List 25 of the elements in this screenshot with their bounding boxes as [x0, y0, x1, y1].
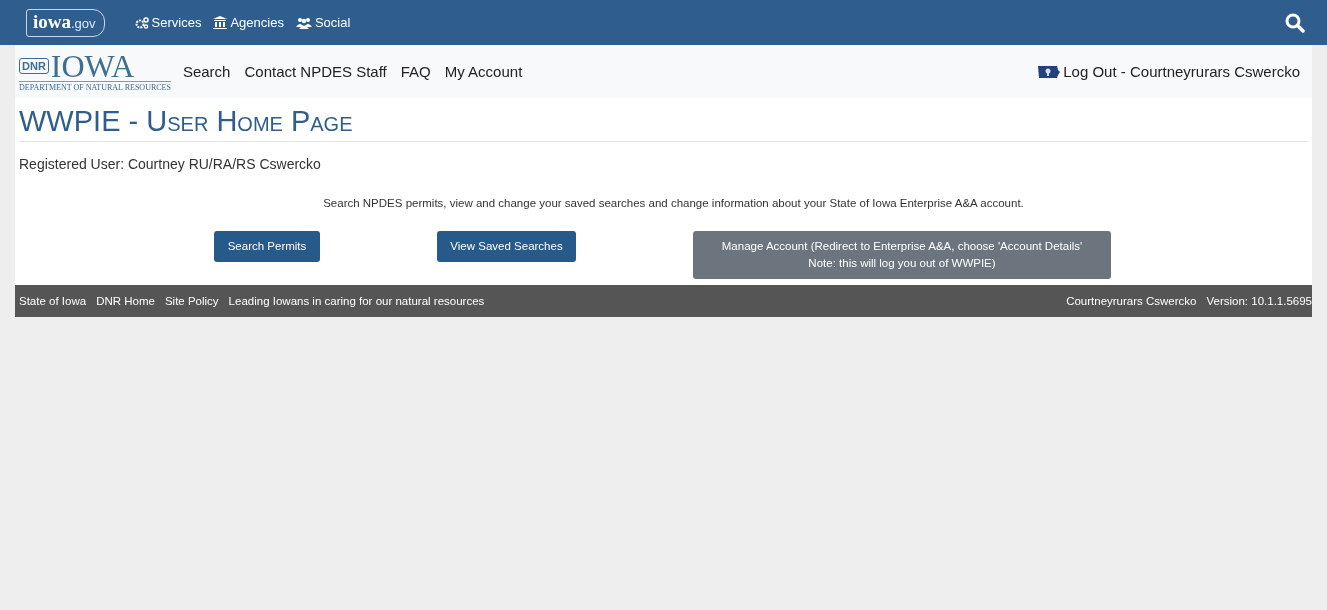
nav-link[interactable]: FAQ	[400, 63, 431, 80]
search-icon[interactable]	[1285, 12, 1305, 33]
top-nav-link[interactable]: Agencies	[213, 15, 284, 30]
footer-tagline: Leading Iowans in caring for our natural resources	[228, 295, 485, 307]
logout-link[interactable]: Log Out - Courtneyrurars Cswercko	[1038, 63, 1300, 80]
nav-link[interactable]: Search	[182, 63, 231, 80]
iowa-gov-logo[interactable]: iowa.gov	[26, 8, 105, 37]
footer-link[interactable]: DNR Home	[96, 295, 155, 307]
top-nav-link[interactable]: Social	[295, 15, 351, 30]
action-button[interactable]: Search Permits	[214, 231, 320, 262]
page-title: WWPIE - User Home Page	[19, 98, 1308, 142]
footer-link[interactable]: State of Iowa	[19, 295, 87, 307]
registered-user-text: Registered User: Courtney RU/RA/RS Cswercko	[18, 155, 322, 172]
nav-link[interactable]: My Account	[444, 63, 523, 80]
version-text: Version: 10.1.1.5695	[1206, 295, 1312, 307]
building-icon	[213, 16, 228, 29]
manage-account-button[interactable]: Manage Account (Redirect to Enterprise A&A, choose 'Account Details' Note: this will log you out of WWPIE)	[693, 231, 1111, 279]
footer-link[interactable]: Site Policy	[164, 295, 219, 307]
action-button[interactable]: View Saved Searches	[437, 231, 576, 262]
gears-icon	[134, 16, 149, 29]
nav-link[interactable]: Contact NPDES Staff	[244, 63, 387, 80]
people-icon	[295, 16, 312, 29]
intro-text: Search NPDES permits, view and change your saved searches and change information about your State of Iowa Enterprise A&A account.	[322, 196, 1025, 209]
footer-user: Courtneyrurars Cswercko	[1066, 295, 1197, 307]
top-nav-link[interactable]: Services	[134, 15, 202, 30]
